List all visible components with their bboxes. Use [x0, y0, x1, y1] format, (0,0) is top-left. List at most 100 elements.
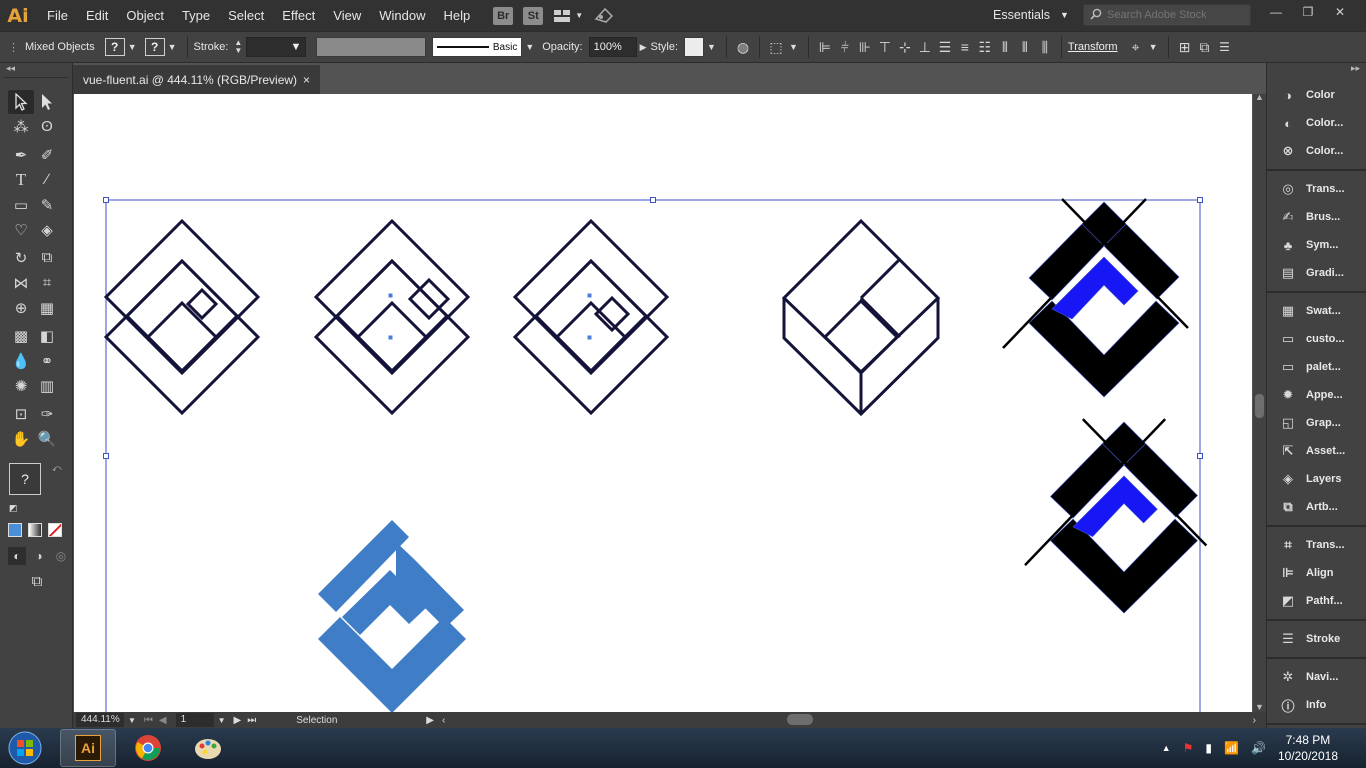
black-blue-logo-1[interactable]	[1002, 198, 1189, 398]
clock[interactable]: 7:48 PM 10/20/2018	[1278, 732, 1338, 764]
opacity-field[interactable]: 100%	[588, 37, 637, 57]
column-graph-tool-icon[interactable]: ▥	[34, 374, 60, 398]
panel-tab[interactable]: ✹ Appe...	[1267, 381, 1366, 409]
panel-tab[interactable]: ♣ Sym...	[1267, 231, 1366, 259]
screen-mode-icon[interactable]: ⧉	[24, 569, 50, 593]
align-right-icon[interactable]: ⊪	[855, 37, 875, 57]
distribute-left-icon[interactable]: ⫴	[995, 37, 1015, 57]
show-hidden-icons-icon[interactable]: ▲	[1162, 743, 1171, 753]
status-menu-icon[interactable]: ▶	[426, 715, 434, 726]
paintbrush-tool-icon[interactable]: ✎	[34, 193, 60, 217]
type-tool-icon[interactable]: T	[8, 168, 34, 192]
taskbar-illustrator[interactable]: Ai	[60, 729, 116, 767]
taskbar-chrome[interactable]	[120, 729, 176, 767]
black-blue-logo-2[interactable]	[1024, 418, 1208, 614]
selection-handle[interactable]	[1197, 197, 1203, 203]
panel-tab[interactable]: ⧉ Artb...	[1267, 493, 1366, 521]
panel-tab[interactable]: ▭ palet...	[1267, 353, 1366, 381]
collapse-icon[interactable]: ◂◂	[0, 63, 72, 77]
align-to-icon[interactable]: ⬚	[766, 37, 786, 57]
line-tool-icon[interactable]: ∕	[34, 168, 60, 192]
shape-builder-tool-icon[interactable]: ⊕	[8, 296, 34, 320]
menu-object[interactable]: Object	[117, 0, 173, 31]
chevron-down-icon[interactable]: ▼	[218, 716, 226, 725]
start-button[interactable]	[0, 728, 50, 768]
chevron-right-icon[interactable]: ▶	[640, 42, 647, 53]
eraser-tool-icon[interactable]: ◈	[34, 218, 60, 242]
arrange-icon[interactable]: ⊞	[1175, 37, 1195, 57]
search-input[interactable]	[1107, 9, 1247, 21]
panel-tab[interactable]: ⓘ Info	[1267, 691, 1366, 719]
anchor-point[interactable]	[388, 335, 393, 340]
outline-logo-3-mid[interactable]	[533, 258, 649, 374]
gradient-tool-icon[interactable]: ◧	[34, 324, 60, 348]
menu-effect[interactable]: Effect	[273, 0, 324, 31]
default-fill-stroke-icon[interactable]: ◩	[9, 503, 18, 514]
panel-tab[interactable]: ✲ Navi...	[1267, 663, 1366, 691]
outline-logo-1-mid[interactable]	[124, 258, 240, 374]
panel-tab[interactable]: ⌗ Trans...	[1267, 531, 1366, 559]
chevron-down-icon[interactable]: ▼	[1255, 702, 1264, 712]
curvature-tool-icon[interactable]: ✐	[34, 143, 60, 167]
scale-tool-icon[interactable]: ⧉	[34, 246, 60, 270]
scroll-thumb[interactable]	[1255, 394, 1264, 418]
chevron-down-icon[interactable]: ▼	[707, 42, 716, 52]
recolor-artwork-icon[interactable]: ◍	[733, 37, 753, 57]
selection-handle[interactable]	[103, 197, 109, 203]
panel-tab[interactable]: ⊗ Color...	[1267, 137, 1366, 165]
eyedropper-tool-icon[interactable]: 💧	[8, 349, 34, 373]
horizontal-scrollbar[interactable]	[445, 713, 1252, 727]
document-tab[interactable]: vue-fluent.ai @ 444.11% (RGB/Preview) ×	[73, 65, 320, 94]
last-artboard-icon[interactable]: ⏭	[247, 715, 256, 726]
direct-selection-tool-icon[interactable]	[34, 90, 60, 114]
anchor-point[interactable]	[587, 293, 592, 298]
pathfinder-quick-icon[interactable]: ⧉	[1195, 37, 1215, 57]
chevron-down-icon[interactable]: ▼	[525, 42, 534, 52]
align-top-icon[interactable]: ⊤	[875, 37, 895, 57]
fill-swatch[interactable]: ?	[104, 38, 125, 56]
free-transform-tool-icon[interactable]: ⌗	[34, 271, 60, 295]
cube-inner-diamond[interactable]	[822, 298, 900, 376]
workspace-switcher[interactable]: Essentials ▼	[985, 5, 1077, 25]
variable-width-profile[interactable]	[316, 37, 427, 57]
previous-artboard-icon[interactable]: ◀	[159, 715, 167, 726]
document-canvas[interactable]	[73, 94, 1253, 712]
rotate-tool-icon[interactable]: ↻	[8, 246, 34, 270]
draw-inside-icon[interactable]: ◎	[52, 547, 70, 565]
pen-tool-icon[interactable]: ✒	[8, 143, 34, 167]
chevron-up-icon[interactable]: ▲	[1255, 92, 1264, 102]
color-mode-icon[interactable]	[8, 523, 22, 537]
panel-tab[interactable]: ◎ Trans...	[1267, 175, 1366, 203]
chevron-down-icon[interactable]: ▼	[1149, 42, 1158, 52]
panel-tab[interactable]: ⊫ Align	[1267, 559, 1366, 587]
panel-tab[interactable]: ⇱ Asset...	[1267, 437, 1366, 465]
stroke-stepper[interactable]: ▲ ▼	[234, 39, 242, 55]
first-artboard-icon[interactable]: ⏮	[144, 715, 153, 726]
fill-swatch[interactable]: ?	[9, 463, 41, 495]
blend-tool-icon[interactable]: ⚭	[34, 349, 60, 373]
black-chevron-lower[interactable]	[1028, 300, 1180, 398]
selection-handle[interactable]	[103, 453, 109, 459]
hand-tool-icon[interactable]: ✋	[8, 427, 34, 451]
black-chevron-lower[interactable]	[1050, 518, 1198, 614]
chevron-down-icon[interactable]: ▼	[168, 42, 177, 52]
menu-file[interactable]: File	[38, 0, 77, 31]
menu-type[interactable]: Type	[173, 0, 219, 31]
panel-tab[interactable]: ▭ custo...	[1267, 325, 1366, 353]
menu-view[interactable]: View	[324, 0, 370, 31]
zoom-tool-icon[interactable]: 🔍	[34, 427, 60, 451]
align-center-icon[interactable]: ⫩	[835, 37, 855, 57]
align-left-icon[interactable]: ⊫	[815, 37, 835, 57]
close-icon[interactable]: ✕	[1324, 2, 1356, 22]
draw-normal-icon[interactable]: ◐	[8, 547, 26, 565]
close-icon[interactable]: ×	[303, 73, 310, 87]
network-icon[interactable]: 📶	[1224, 741, 1239, 755]
chevron-down-icon[interactable]: ▼	[789, 42, 798, 52]
battery-icon[interactable]: ▮	[1205, 741, 1212, 755]
selection-handle[interactable]	[650, 197, 656, 203]
artboard-tool-icon[interactable]: ⊡	[8, 402, 34, 426]
stock-button[interactable]: St	[523, 6, 544, 25]
menu-edit[interactable]: Edit	[77, 0, 117, 31]
stroke-weight-field[interactable]: ▼	[246, 37, 307, 57]
scroll-thumb[interactable]	[787, 714, 814, 725]
